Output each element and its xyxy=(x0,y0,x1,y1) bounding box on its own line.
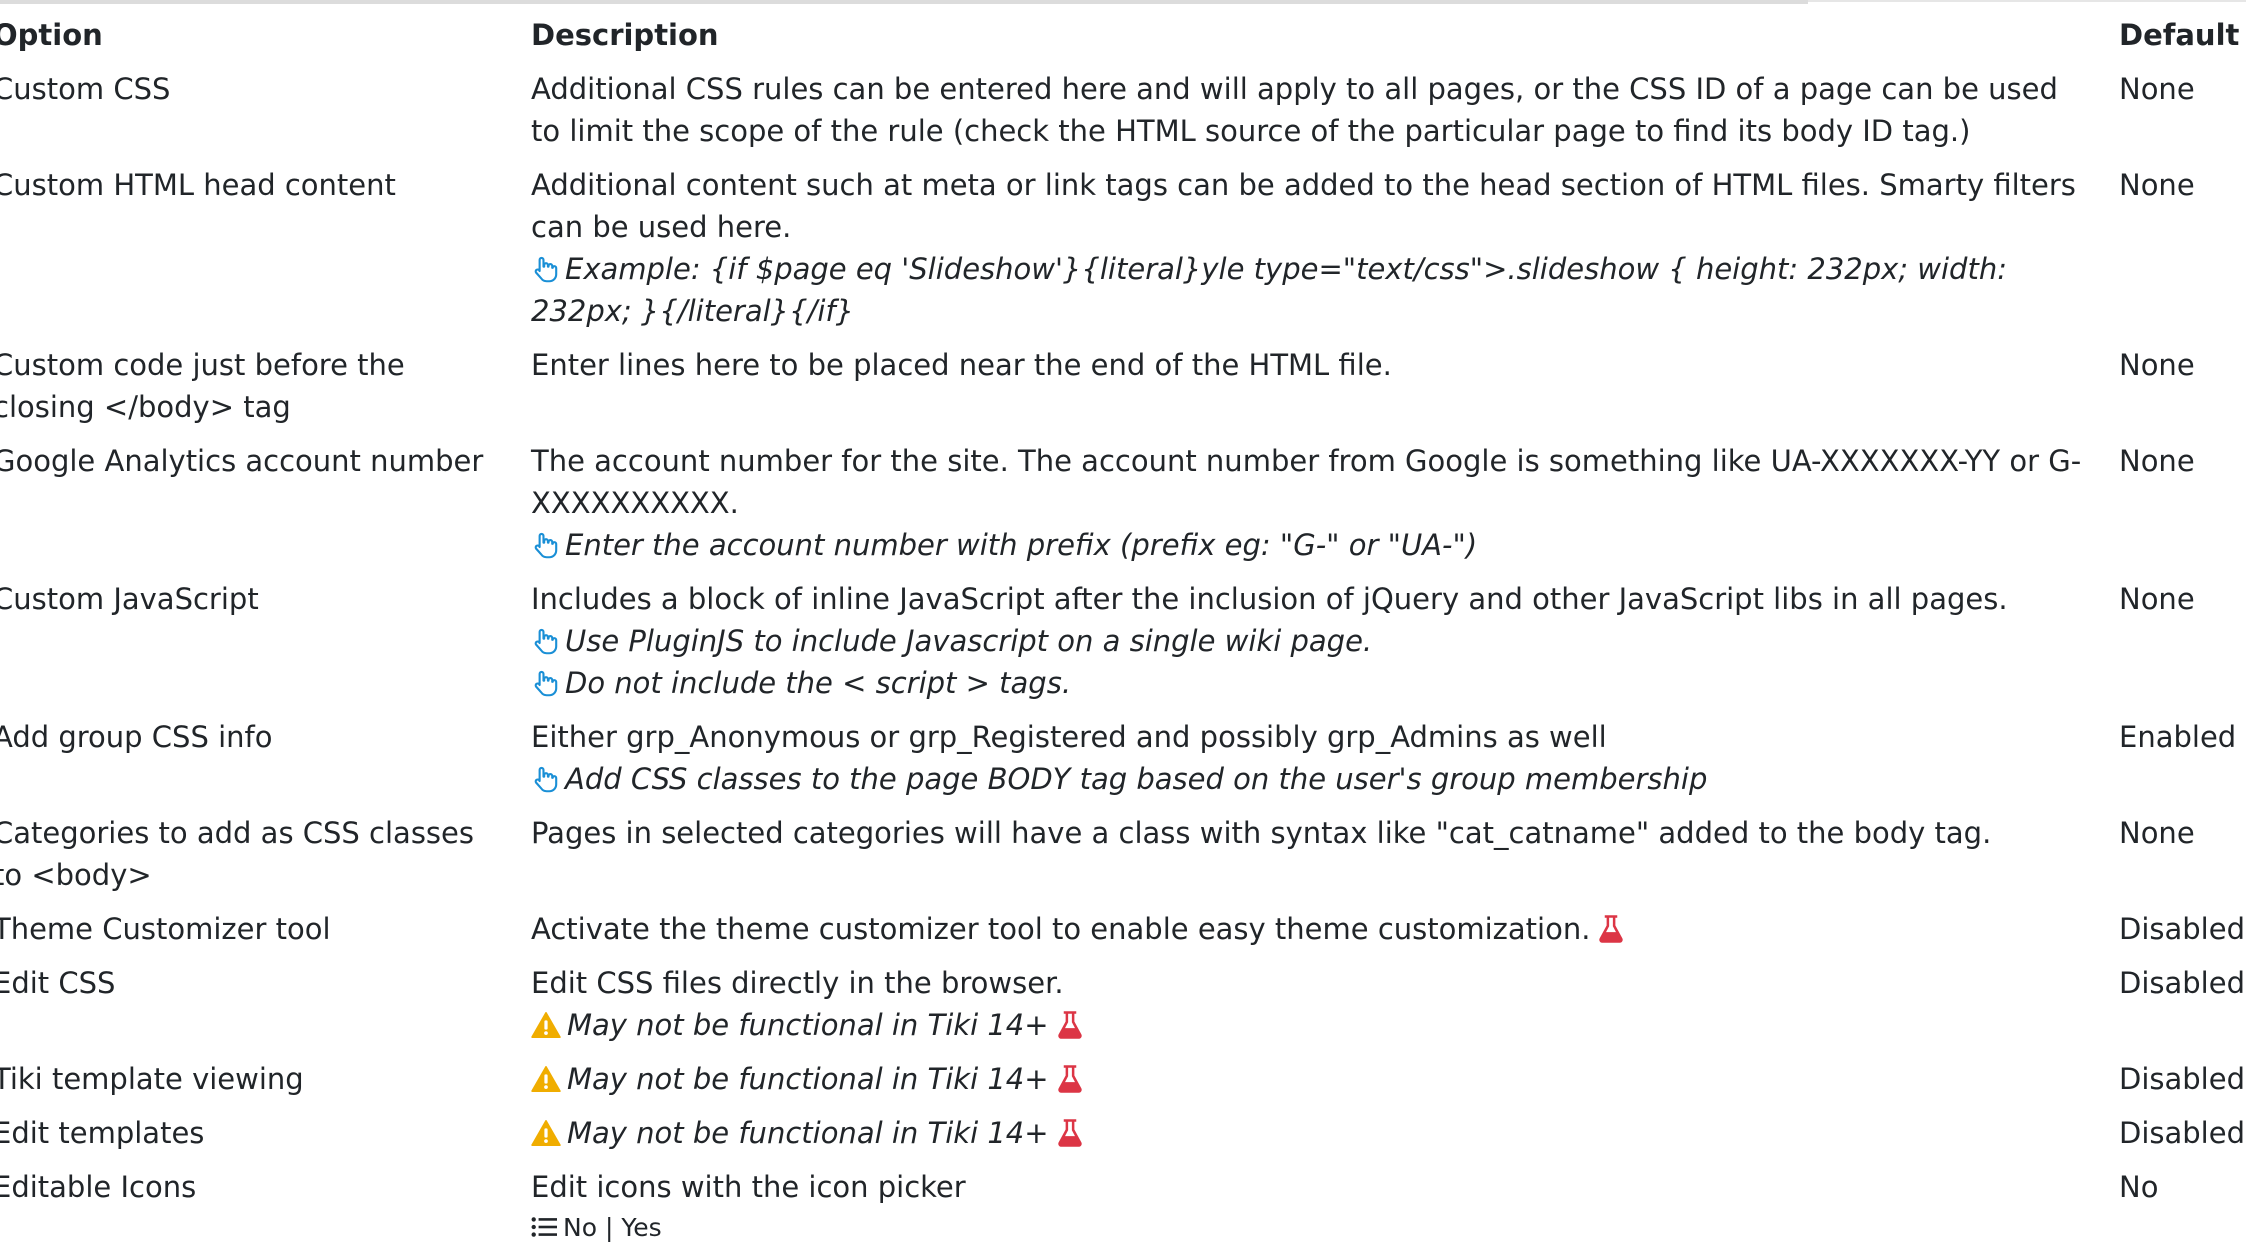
description-text: The account number for the site. The acc… xyxy=(531,444,2082,520)
option-cell: Custom code just before the closing </bo… xyxy=(0,348,405,424)
hand-pointer-icon xyxy=(534,628,558,655)
list-icon xyxy=(531,1217,557,1237)
table-row: Edit templates May not be functional in … xyxy=(0,1106,2246,1160)
option-cell: Edit templates xyxy=(0,1116,205,1150)
option-cell: Editable Icons xyxy=(0,1170,197,1204)
description-text: Either grp_Anonymous or grp_Registered a… xyxy=(531,720,1607,754)
option-cell: Custom JavaScript xyxy=(0,582,259,616)
option-cell: Tiki template viewing xyxy=(0,1062,304,1096)
hint-line: Add CSS classes to the page BODY tag bas… xyxy=(531,758,2089,800)
table-row: Custom code just before the closing </bo… xyxy=(0,338,2246,434)
description-cell: The account number for the site. The acc… xyxy=(531,434,2119,572)
preferences-table: Option Description Default Custom CSS Ad… xyxy=(0,12,2246,1248)
header-default: Default xyxy=(2119,18,2240,52)
description-cell: Edit CSS files directly in the browser. … xyxy=(531,956,2119,1052)
table-row: Google Analytics account number The acco… xyxy=(0,434,2246,572)
hint-line: Enter the account number with prefix (pr… xyxy=(531,524,2089,566)
option-cell: Theme Customizer tool xyxy=(0,912,331,946)
description-cell: Includes a block of inline JavaScript af… xyxy=(531,572,2119,710)
table-row: Custom JavaScript Includes a block of in… xyxy=(0,572,2246,710)
hint-line: Use PluginJS to include Javascript on a … xyxy=(531,620,2089,662)
description-cell: May not be functional in Tiki 14+ xyxy=(531,1106,2119,1160)
default-cell: None xyxy=(2119,348,2195,382)
default-cell: Disabled xyxy=(2119,912,2245,946)
preferences-page: Option Description Default Custom CSS Ad… xyxy=(0,0,2246,1248)
table-row: Custom HTML head content Additional cont… xyxy=(0,158,2246,338)
default-cell: Enabled xyxy=(2119,720,2237,754)
table-row: Theme Customizer tool Activate the theme… xyxy=(0,902,2246,956)
hint-text: Add CSS classes to the page BODY tag bas… xyxy=(565,762,1708,796)
description-text: Pages in selected categories will have a… xyxy=(531,816,1992,850)
description-text: Activate the theme customizer tool to en… xyxy=(531,912,1591,946)
flask-icon xyxy=(1599,915,1624,943)
default-cell: None xyxy=(2119,816,2195,850)
flask-icon xyxy=(1057,1011,1082,1039)
description-cell: Activate the theme customizer tool to en… xyxy=(531,902,2119,956)
hint-line: Example: {if $page eq 'Slideshow'}{liter… xyxy=(531,248,2089,332)
flask-icon xyxy=(1057,1065,1082,1093)
header-option: Option xyxy=(0,18,103,52)
table-header-row: Option Description Default xyxy=(0,12,2246,62)
warning-line: May not be functional in Tiki 14+ xyxy=(531,1004,2089,1046)
default-cell: None xyxy=(2119,72,2195,106)
default-cell: No xyxy=(2119,1170,2159,1204)
warning-line: May not be functional in Tiki 14+ xyxy=(531,1058,2089,1100)
option-cell: Add group CSS info xyxy=(0,720,273,754)
warning-text: May not be functional in Tiki 14+ xyxy=(567,1062,1049,1096)
description-text: Includes a block of inline JavaScript af… xyxy=(531,582,2008,616)
warning-line: May not be functional in Tiki 14+ xyxy=(531,1112,2089,1154)
description-cell: Enter lines here to be placed near the e… xyxy=(531,338,2119,434)
table-row: Custom CSS Additional CSS rules can be e… xyxy=(0,62,2246,158)
choices-line: No | Yes xyxy=(531,1210,2089,1246)
warning-triangle-icon xyxy=(531,1012,561,1038)
hint-text: Use PluginJS to include Javascript on a … xyxy=(565,624,1373,658)
flask-icon xyxy=(1057,1119,1082,1147)
default-cell: None xyxy=(2119,444,2195,478)
choices-text: No | Yes xyxy=(563,1213,662,1242)
top-divider xyxy=(0,0,1808,4)
description-text: Edit icons with the icon picker xyxy=(531,1170,966,1204)
default-cell: None xyxy=(2119,168,2195,202)
option-cell: Custom HTML head content xyxy=(0,168,396,202)
description-cell: Either grp_Anonymous or grp_Registered a… xyxy=(531,710,2119,806)
warning-triangle-icon xyxy=(531,1066,561,1092)
default-cell: None xyxy=(2119,582,2195,616)
table-row: Add group CSS info Either grp_Anonymous … xyxy=(0,710,2246,806)
top-divider-right xyxy=(1808,0,2246,2)
table-row: Edit CSS Edit CSS files directly in the … xyxy=(0,956,2246,1052)
hint-line: Do not include the < script > tags. xyxy=(531,662,2089,704)
description-cell: Edit icons with the icon picker No | Yes xyxy=(531,1160,2119,1248)
warning-text: May not be functional in Tiki 14+ xyxy=(567,1116,1049,1150)
hand-pointer-icon xyxy=(534,766,558,793)
description-text: Additional CSS rules can be entered here… xyxy=(531,72,2058,148)
option-cell: Custom CSS xyxy=(0,72,171,106)
option-cell: Edit CSS xyxy=(0,966,116,1000)
hand-pointer-icon xyxy=(534,532,558,559)
option-cell: Categories to add as CSS classes to <bod… xyxy=(0,816,474,892)
hint-text: Do not include the < script > tags. xyxy=(565,666,1072,700)
table-row: Editable Icons Edit icons with the icon … xyxy=(0,1160,2246,1248)
description-cell: Additional CSS rules can be entered here… xyxy=(531,62,2119,158)
hint-text: Example: {if $page eq 'Slideshow'}{liter… xyxy=(531,252,2007,328)
description-cell: Additional content such at meta or link … xyxy=(531,158,2119,338)
default-cell: Disabled xyxy=(2119,1116,2245,1150)
description-text: Edit CSS files directly in the browser. xyxy=(531,966,1064,1000)
default-cell: Disabled xyxy=(2119,1062,2245,1096)
default-cell: Disabled xyxy=(2119,966,2245,1000)
description-text: Enter lines here to be placed near the e… xyxy=(531,348,1392,382)
description-cell: Pages in selected categories will have a… xyxy=(531,806,2119,902)
table-row: Categories to add as CSS classes to <bod… xyxy=(0,806,2246,902)
table-row: Tiki template viewing May not be functio… xyxy=(0,1052,2246,1106)
hand-pointer-icon xyxy=(534,670,558,697)
hint-text: Enter the account number with prefix (pr… xyxy=(565,528,1478,562)
warning-text: May not be functional in Tiki 14+ xyxy=(567,1008,1049,1042)
description-cell: May not be functional in Tiki 14+ xyxy=(531,1052,2119,1106)
description-text: Additional content such at meta or link … xyxy=(531,168,2076,244)
header-description: Description xyxy=(531,18,719,52)
hand-pointer-icon xyxy=(534,256,558,283)
option-cell: Google Analytics account number xyxy=(0,444,484,478)
warning-triangle-icon xyxy=(531,1120,561,1146)
